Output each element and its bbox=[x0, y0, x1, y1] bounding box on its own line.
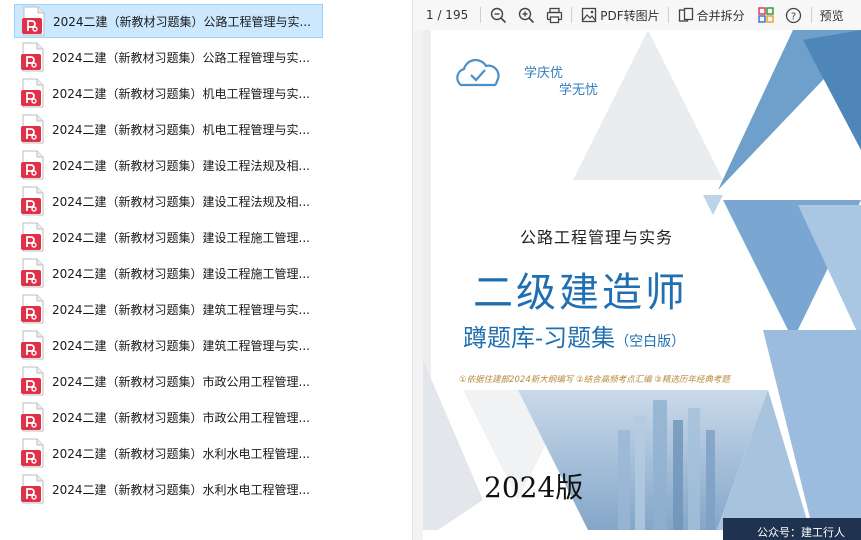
cloud-logo-icon bbox=[456, 58, 500, 87]
toolbar-separator bbox=[571, 7, 573, 23]
logo-line-1: 学庆优 bbox=[524, 66, 564, 81]
file-name: 2024二建（新教材习题集）建筑工程管理与实... bbox=[52, 338, 310, 353]
pdf-file-icon bbox=[21, 6, 47, 36]
pdf-file-icon bbox=[20, 42, 46, 72]
toolbar-separator bbox=[810, 7, 812, 23]
file-name: 2024二建（新教材习题集）市政公用工程管理... bbox=[52, 410, 310, 425]
file-list-item[interactable]: 2024二建（新教材习题集）市政公用工程管理... bbox=[14, 364, 323, 398]
file-list-item[interactable]: 2024二建（新教材习题集）水利水电工程管理... bbox=[14, 436, 323, 470]
merge-split-icon bbox=[677, 6, 695, 24]
apps-grid-icon[interactable] bbox=[757, 6, 775, 24]
preview-pane: 1 / 195 PDF转图片 合并拆分 ? 预览 学庆优 学无忧 公路工程管理与… bbox=[413, 0, 861, 540]
pdf-to-image-button[interactable]: PDF转图片 bbox=[580, 6, 660, 24]
file-name: 2024二建（新教材习题集）建筑工程管理与实... bbox=[52, 302, 310, 317]
zoom-out-icon[interactable] bbox=[489, 6, 507, 24]
pdf-file-icon bbox=[20, 294, 46, 324]
file-list-item[interactable]: 2024二建（新教材习题集）水利水电工程管理... bbox=[14, 472, 323, 506]
file-name: 2024二建（新教材习题集）水利水电工程管理... bbox=[52, 482, 310, 497]
preview-button[interactable]: 预览 bbox=[820, 7, 844, 24]
footer-text: 公众号：建工行人 bbox=[757, 526, 845, 539]
file-list-item[interactable]: 2024二建（新教材习题集）建筑工程管理与实... bbox=[14, 292, 323, 326]
pdf-page: 学庆优 学无忧 公路工程管理与实务 二级建造师 蹲题库-习题集（空白版） ①依据… bbox=[423, 30, 861, 540]
file-list-item[interactable]: 2024二建（新教材习题集）建设工程法规及相... bbox=[14, 184, 323, 218]
file-name: 2024二建（新教材习题集）建设工程法规及相... bbox=[52, 158, 310, 173]
pdf-file-icon bbox=[20, 78, 46, 108]
merge-split-label: 合并拆分 bbox=[696, 8, 745, 23]
print-icon[interactable] bbox=[545, 6, 563, 24]
pdf-file-icon bbox=[20, 474, 46, 504]
file-name: 2024二建（新教材习题集）水利水电工程管理... bbox=[52, 446, 310, 461]
subtitle: 蹲题库-习题集（空白版） bbox=[463, 318, 685, 353]
file-list-item[interactable]: 2024二建（新教材习题集）机电工程管理与实... bbox=[14, 112, 323, 146]
pdf-file-icon bbox=[20, 150, 46, 180]
svg-text:?: ? bbox=[791, 11, 796, 22]
file-name: 2024二建（新教材习题集）机电工程管理与实... bbox=[52, 86, 310, 101]
pdf-file-icon bbox=[20, 366, 46, 396]
merge-split-button[interactable]: 合并拆分 bbox=[677, 6, 745, 24]
file-name: 2024二建（新教材习题集）建设工程施工管理... bbox=[52, 266, 310, 281]
edition-label: 2024版 bbox=[484, 471, 584, 504]
pdf-to-image-label: PDF转图片 bbox=[600, 8, 660, 23]
file-name: 2024二建（新教材习题集）建设工程施工管理... bbox=[52, 230, 310, 245]
file-list-item[interactable]: 2024二建（新教材习题集）机电工程管理与实... bbox=[14, 76, 323, 110]
file-list-item[interactable]: 2024二建（新教材习题集）公路工程管理与实... bbox=[14, 40, 323, 74]
image-icon bbox=[580, 6, 598, 24]
zoom-in-icon[interactable] bbox=[517, 6, 535, 24]
toolbar-separator bbox=[480, 7, 482, 23]
pdf-file-icon bbox=[20, 402, 46, 432]
help-icon[interactable]: ? bbox=[785, 6, 803, 24]
subtitle-note: （空白版） bbox=[615, 334, 686, 350]
file-name: 2024二建（新教材习题集）机电工程管理与实... bbox=[52, 122, 310, 137]
toolbar-separator bbox=[667, 7, 669, 23]
pdf-file-icon bbox=[20, 330, 46, 360]
file-list: 2024二建（新教材习题集）公路工程管理与实... 2024二建（新教材习题集）公… bbox=[0, 0, 412, 540]
subject-title: 公路工程管理与实务 bbox=[520, 228, 674, 247]
file-list-item[interactable]: 2024二建（新教材习题集）建设工程施工管理... bbox=[14, 256, 323, 290]
pdf-file-icon bbox=[20, 186, 46, 216]
pdf-file-icon bbox=[20, 258, 46, 288]
pdf-file-icon bbox=[20, 114, 46, 144]
main-title: 二级建造师 bbox=[473, 270, 688, 316]
file-name: 2024二建（新教材习题集）公路工程管理与实... bbox=[53, 14, 311, 29]
subtitle-main: 蹲题库-习题集 bbox=[463, 324, 616, 352]
file-list-item[interactable]: 2024二建（新教材习题集）建筑工程管理与实... bbox=[14, 328, 323, 362]
file-name: 2024二建（新教材习题集）公路工程管理与实... bbox=[52, 50, 310, 65]
pdf-file-icon bbox=[20, 222, 46, 252]
file-name: 2024二建（新教材习题集）市政公用工程管理... bbox=[52, 374, 310, 389]
file-list-item[interactable]: 2024二建（新教材习题集）市政公用工程管理... bbox=[14, 400, 323, 434]
file-list-item[interactable]: 2024二建（新教材习题集）建设工程施工管理... bbox=[14, 220, 323, 254]
logo-line-2: 学无忧 bbox=[559, 83, 599, 98]
file-list-item[interactable]: 2024二建（新教材习题集）公路工程管理与实... bbox=[14, 4, 323, 38]
pdf-file-icon bbox=[20, 438, 46, 468]
page-indicator: 1 / 195 bbox=[426, 8, 469, 22]
preview-toolbar: 1 / 195 PDF转图片 合并拆分 ? 预览 bbox=[413, 0, 861, 30]
file-name: 2024二建（新教材习题集）建设工程法规及相... bbox=[52, 194, 310, 209]
features-line: ①依据住建部2024新大纲编写 ②结合高频考点汇编 ③精选历年经典考题 bbox=[459, 375, 730, 385]
file-list-item[interactable]: 2024二建（新教材习题集）建设工程法规及相... bbox=[14, 148, 323, 182]
